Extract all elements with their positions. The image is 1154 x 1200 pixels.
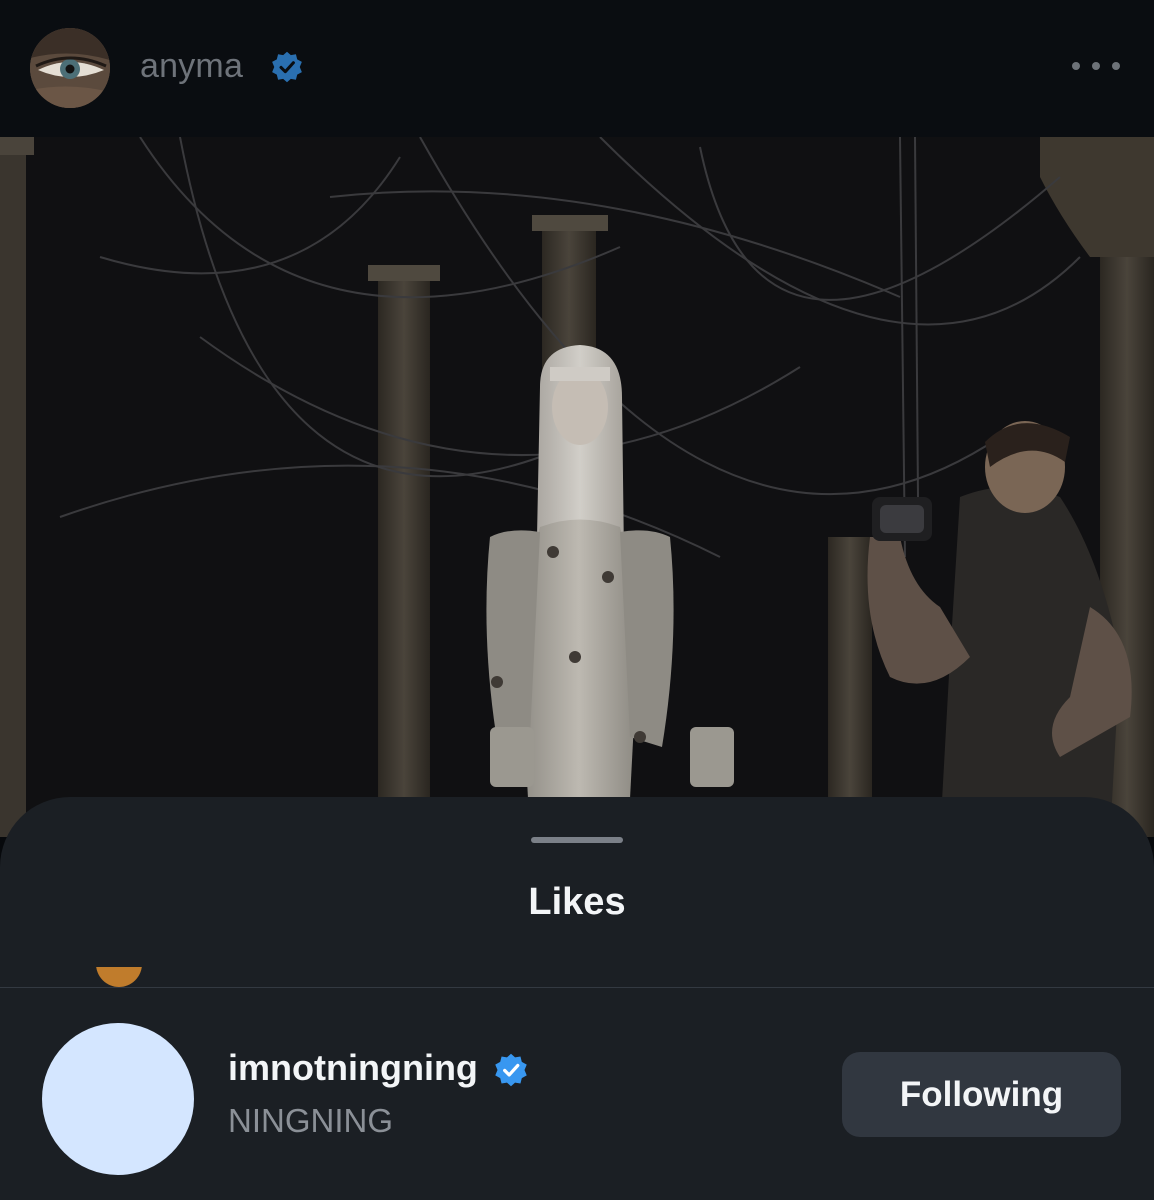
sheet-title: Likes [528, 881, 626, 923]
ellipsis-dot [1112, 62, 1120, 70]
liker-avatar[interactable] [42, 1023, 194, 1175]
scrolled-avatar-peek [96, 967, 142, 987]
eye-closeup-avatar-icon [30, 28, 110, 108]
photo-scene-icon [0, 137, 1154, 837]
verified-badge-icon [495, 1053, 527, 1087]
sheet-drag-handle[interactable] [531, 837, 623, 843]
liker-full-name: NINGNING [228, 1102, 393, 1139]
ellipsis-dot [1072, 62, 1080, 70]
verified-badge-icon [272, 51, 302, 83]
author-avatar[interactable] [30, 28, 110, 108]
following-button[interactable]: Following [842, 1052, 1121, 1137]
ellipsis-dot [1092, 62, 1100, 70]
ellipsis-icon[interactable] [1072, 50, 1120, 82]
sheet-divider [0, 987, 1154, 988]
author-username[interactable]: anyma [140, 44, 243, 88]
post-header: anyma [0, 0, 1154, 137]
post-photo[interactable] [0, 137, 1154, 837]
app-screen: anyma Likes imnotningning NINGNING Follo… [0, 0, 1154, 1200]
likes-sheet: Likes imnotningning NINGNING Following [0, 797, 1154, 1200]
liker-row[interactable]: imnotningning NINGNING Following [0, 1017, 1154, 1177]
liker-username[interactable]: imnotningning [228, 1045, 478, 1091]
